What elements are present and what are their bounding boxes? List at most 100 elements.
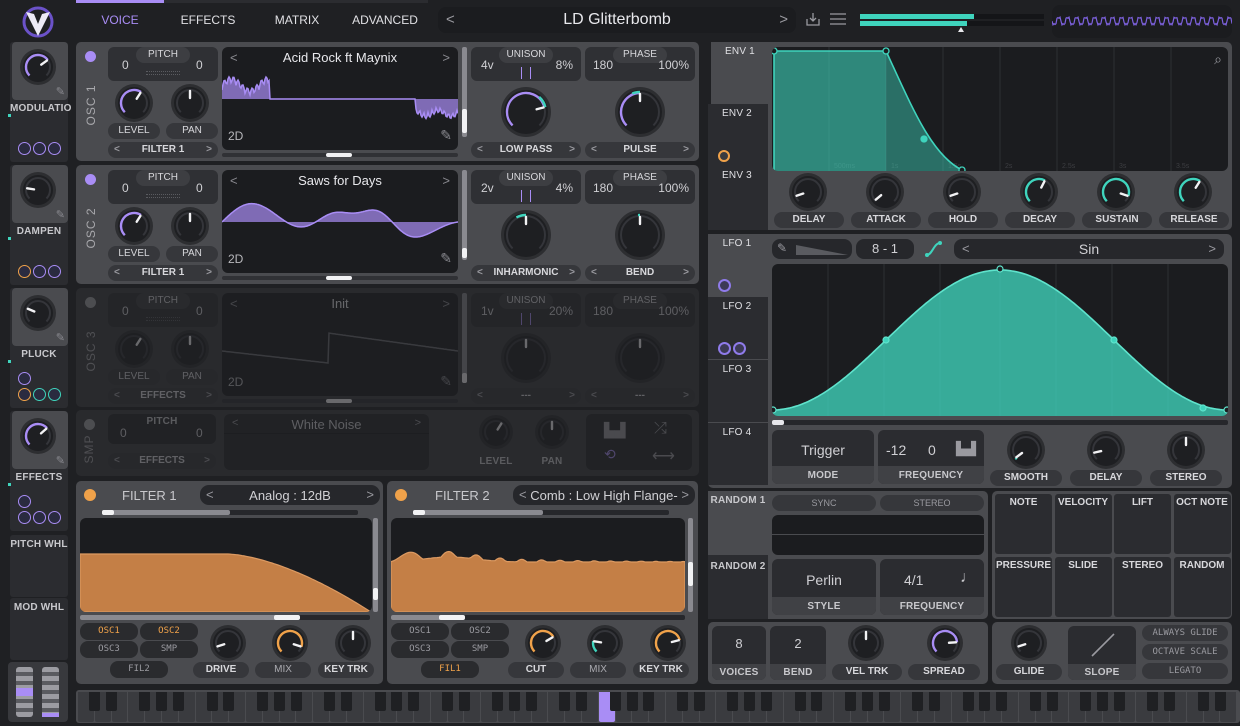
- phase-random[interactable]: 100%: [658, 58, 689, 72]
- unison-detune[interactable]: 8%: [556, 58, 573, 72]
- lfo-phase-slider[interactable]: [772, 420, 1228, 425]
- pitch-tune[interactable]: 0: [196, 181, 203, 195]
- black-key[interactable]: [509, 692, 520, 711]
- volume-handle[interactable]: [958, 27, 965, 32]
- mod-source-dot[interactable]: [48, 511, 61, 524]
- lfo-stereo-knob[interactable]: [1170, 434, 1202, 466]
- black-key[interactable]: [559, 692, 571, 711]
- filter-2-source-osc2[interactable]: OSC2: [451, 623, 509, 640]
- volume-meter[interactable]: [860, 14, 1044, 32]
- osc-3-distortion-knob[interactable]: [618, 336, 662, 380]
- unison-detune[interactable]: 4%: [556, 181, 573, 195]
- mod-source-note[interactable]: NOTE: [995, 494, 1052, 554]
- black-key[interactable]: [878, 692, 890, 711]
- unison-voices[interactable]: 4v: [481, 58, 494, 72]
- phase-value[interactable]: 180: [593, 58, 613, 72]
- spread-knob[interactable]: [930, 628, 960, 658]
- random-tab-1[interactable]: RANDOM 1: [708, 491, 768, 553]
- filter-1-chain-toggle[interactable]: FIL2: [110, 661, 168, 678]
- filter-2-source-smp[interactable]: SMP: [451, 641, 509, 658]
- edit-icon[interactable]: ✎: [56, 454, 65, 467]
- osc-2-enable-toggle[interactable]: [85, 174, 96, 185]
- mod-source-dot[interactable]: [718, 279, 731, 292]
- black-key[interactable]: [458, 692, 470, 711]
- slope-control[interactable]: SLOPE: [1068, 626, 1136, 680]
- lfo-frequency[interactable]: -12 0 ▙▟ FREQUENCY: [878, 430, 984, 484]
- mod-source-dot[interactable]: [33, 142, 46, 155]
- black-key[interactable]: [391, 692, 403, 711]
- black-key[interactable]: [761, 692, 772, 711]
- black-key[interactable]: [156, 692, 168, 711]
- save-icon[interactable]: [806, 12, 820, 26]
- mod-source-dot[interactable]: [18, 511, 31, 524]
- black-key[interactable]: [693, 692, 705, 711]
- black-key[interactable]: [492, 692, 504, 711]
- mod-source-dot[interactable]: [48, 388, 61, 401]
- black-key[interactable]: [643, 692, 655, 711]
- filter-1-key-trk-knob[interactable]: [338, 628, 368, 658]
- edit-icon[interactable]: ✎: [56, 85, 65, 98]
- mod-source-dot[interactable]: [33, 388, 46, 401]
- phase-value[interactable]: 180: [593, 181, 613, 195]
- filter-1-source-osc2[interactable]: OSC2: [140, 623, 198, 640]
- osc-3-pitch[interactable]: PITCH 0 0: [108, 293, 218, 327]
- mod-source-dot[interactable]: [18, 142, 31, 155]
- osc-3-wavetable[interactable]: < Init >2D ✎: [222, 293, 458, 396]
- osc-2-wavetable[interactable]: < Saws for Days >2D ✎: [222, 170, 458, 273]
- octave-scale-toggle[interactable]: OCTAVE SCALE: [1142, 644, 1228, 660]
- sampler-level-knob[interactable]: [482, 418, 510, 446]
- osc-3-spectral-mode[interactable]: < --- >: [471, 388, 581, 404]
- keyboard[interactable]: [76, 690, 1240, 723]
- macro-knob-3[interactable]: [23, 298, 53, 328]
- black-key[interactable]: [576, 692, 588, 711]
- mod-source-velocity[interactable]: VELOCITY: [1054, 494, 1112, 554]
- keytrack-icon[interactable]: ▙▟: [956, 441, 976, 457]
- osc-2-level-knob[interactable]: [118, 210, 150, 242]
- osc-2-spectral-morph-knob[interactable]: [504, 213, 548, 257]
- unison-voices[interactable]: 1v: [481, 304, 494, 318]
- black-key[interactable]: [996, 692, 1008, 711]
- black-key[interactable]: [626, 692, 638, 711]
- lfo-tab-4[interactable]: LFO 4: [708, 423, 768, 485]
- mod-source-dot[interactable]: [18, 372, 31, 385]
- osc-1-spectral-mode[interactable]: < LOW PASS >: [471, 142, 581, 158]
- filter-1-response-graph[interactable]: [80, 518, 372, 612]
- black-key[interactable]: [929, 692, 940, 711]
- osc-3-destination[interactable]: < EFFECTS >: [108, 388, 218, 404]
- phase-value[interactable]: 180: [593, 304, 613, 318]
- black-key[interactable]: [273, 692, 285, 711]
- black-key[interactable]: [1080, 692, 1092, 711]
- mod-source-pressure[interactable]: PRESSURE: [995, 557, 1052, 617]
- sample-display[interactable]: < White Noise >: [224, 414, 429, 470]
- filter-2-cut-knob[interactable]: [528, 628, 558, 658]
- pitch-tune[interactable]: 0: [196, 58, 203, 72]
- lfo-freq-semitone[interactable]: 0: [928, 442, 936, 458]
- mod-wheel[interactable]: [42, 667, 59, 717]
- lfo-freq-octave[interactable]: -12: [886, 442, 906, 458]
- random-sync-toggle[interactable]: SYNC: [772, 495, 876, 511]
- random-tab-2[interactable]: RANDOM 2: [708, 555, 768, 619]
- osc-2-distortion-mode[interactable]: < BEND >: [585, 265, 695, 281]
- filter-1-source-osc1[interactable]: OSC1: [80, 623, 138, 640]
- macro-knob-2[interactable]: [23, 175, 53, 205]
- filter-2-enable-toggle[interactable]: [395, 489, 407, 501]
- black-key[interactable]: [1046, 692, 1058, 711]
- mod-source-dot[interactable]: [48, 265, 61, 278]
- menu-icon[interactable]: [830, 13, 846, 25]
- osc-3-phase[interactable]: PHASE 180 100%: [585, 293, 695, 327]
- osc-2-unison[interactable]: UNISON 2v 4%: [471, 170, 581, 204]
- black-key[interactable]: [89, 692, 100, 711]
- tab-matrix[interactable]: MATRIX: [272, 13, 322, 27]
- note-icon[interactable]: ♩: [960, 569, 976, 587]
- black-key[interactable]: [324, 692, 336, 711]
- preset-next-button[interactable]: >: [779, 11, 788, 28]
- vital-logo[interactable]: [20, 4, 56, 40]
- filter-2-model[interactable]: < Comb : Low High Flange- >: [513, 485, 695, 505]
- mod-source-dot[interactable]: [718, 342, 731, 355]
- bend-control[interactable]: 2 BEND: [770, 626, 826, 680]
- mod-source-stereo[interactable]: STEREO: [1114, 557, 1171, 617]
- pitch-transpose[interactable]: 0: [122, 181, 129, 195]
- black-key[interactable]: [912, 692, 924, 711]
- osc-1-enable-toggle[interactable]: [85, 51, 96, 62]
- black-key[interactable]: [979, 692, 991, 711]
